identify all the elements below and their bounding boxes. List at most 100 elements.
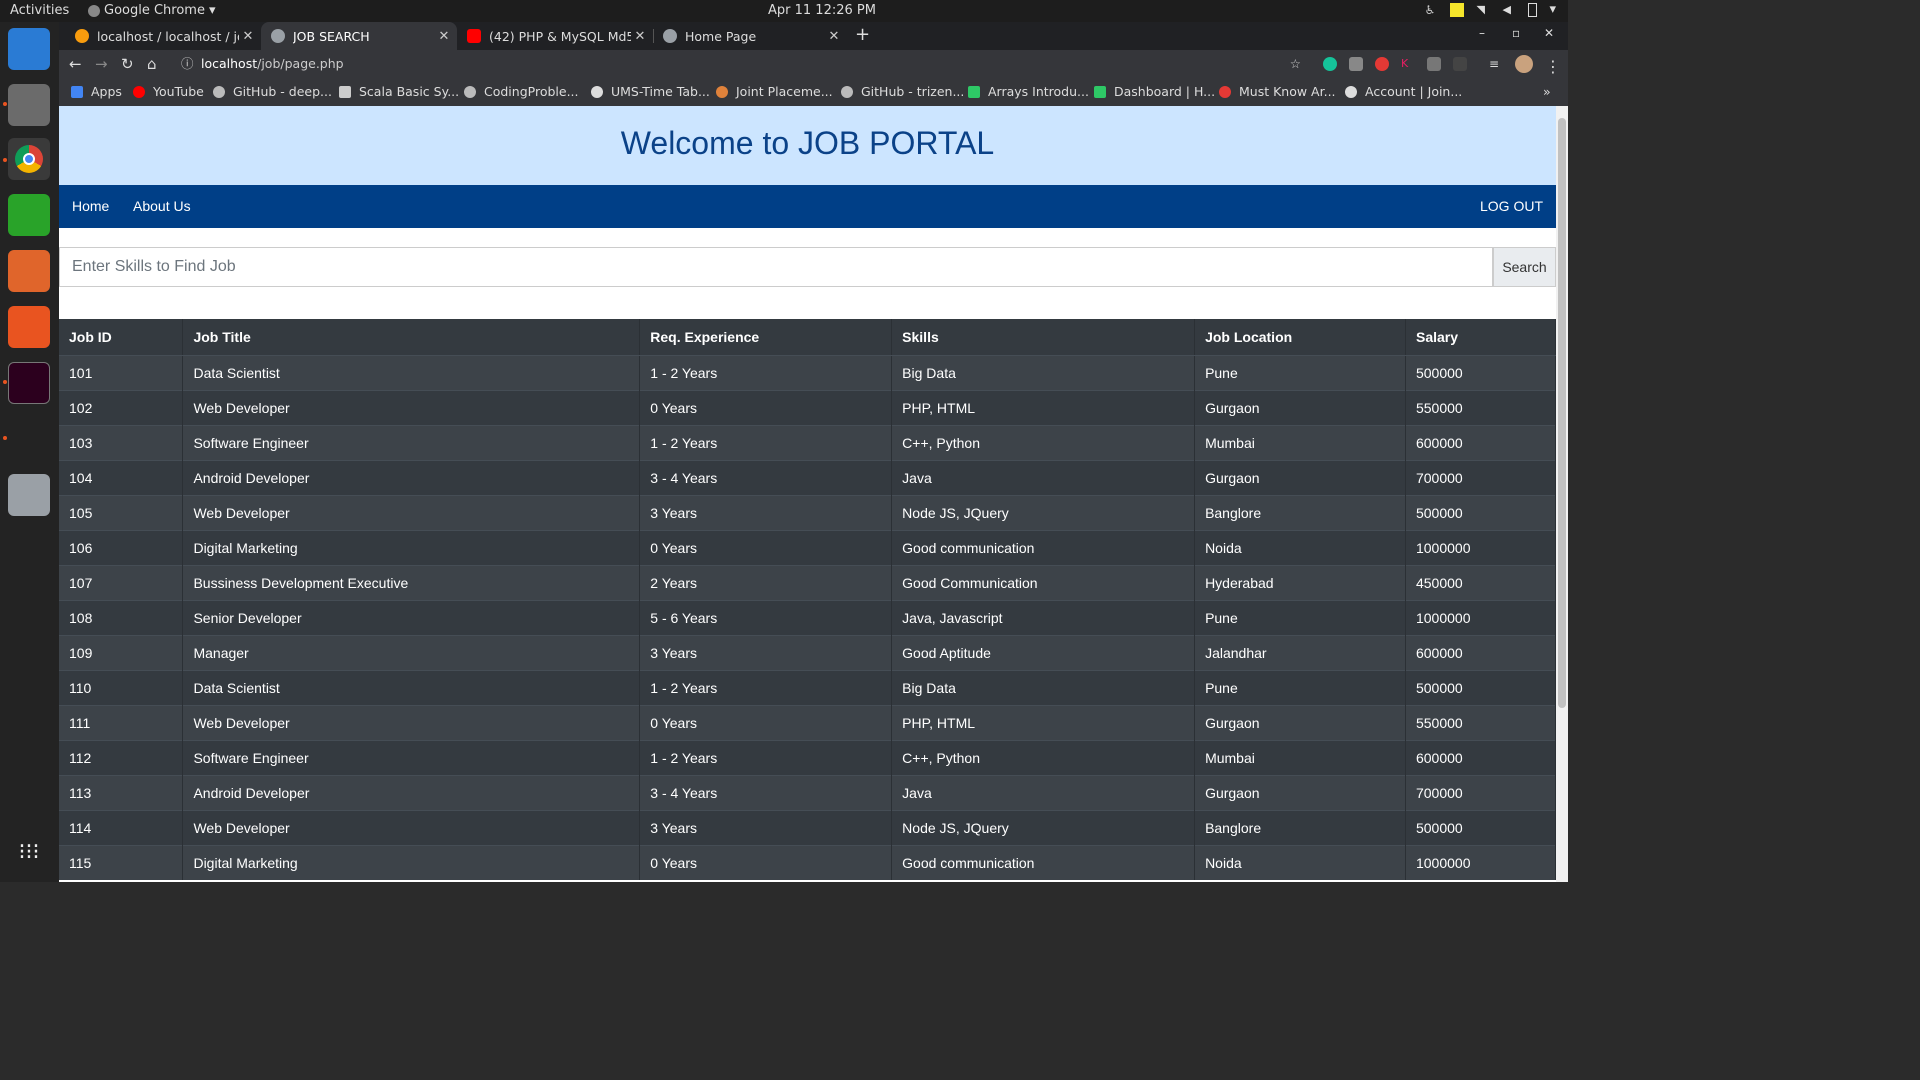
logout-link[interactable]: LOG OUT — [1480, 198, 1543, 214]
terminal-icon[interactable] — [8, 362, 50, 404]
table-row: 111 Web Developer 0 Years PHP, HTML Gurgaon 5… — [59, 704, 1556, 740]
wifi-icon[interactable]: ◥ — [1476, 3, 1490, 17]
cell-experience: 3 - 4 Years — [639, 774, 893, 810]
cell-location: Pune — [1194, 354, 1406, 390]
bookmark-scala[interactable]: Scala Basic Sy... — [339, 84, 459, 99]
bookmark-apps[interactable]: Apps — [71, 84, 122, 99]
ubuntu-dock: ⁝⁝⁝ — [0, 22, 59, 882]
bookmark-must-know[interactable]: Must Know Ar... — [1219, 84, 1336, 99]
cell-salary: 1000000 — [1405, 844, 1556, 880]
cell-skills: Java — [891, 774, 1196, 810]
close-icon[interactable]: ✕ — [825, 29, 843, 44]
notes-icon[interactable] — [1450, 2, 1465, 17]
close-icon[interactable]: ✕ — [239, 29, 257, 44]
tab-phpmyadmin[interactable]: localhost / localhost / job ✕ — [65, 22, 261, 50]
battery-icon[interactable] — [1528, 2, 1538, 17]
nav-home-link[interactable]: Home — [72, 198, 109, 214]
page-scrollbar[interactable] — [1556, 106, 1568, 882]
server-icon[interactable] — [8, 474, 50, 516]
bookmark-github-trizen[interactable]: GitHub - trizen... — [841, 84, 964, 99]
phpmyadmin-icon — [75, 29, 89, 43]
info-icon[interactable]: ⓘ — [181, 52, 194, 76]
impress-icon[interactable] — [8, 250, 50, 292]
activities-button[interactable]: Activities — [10, 3, 69, 18]
cell-location: Pune — [1194, 669, 1406, 705]
bookmark-account[interactable]: Account | Join... — [1345, 84, 1462, 99]
bookmark-github-deep[interactable]: GitHub - deep... — [213, 84, 332, 99]
files-icon[interactable] — [8, 84, 50, 126]
cell-location: Gurgaon — [1194, 704, 1406, 740]
cell-skills: Good communication — [891, 529, 1196, 565]
cell-location: Gurgaon — [1194, 774, 1406, 810]
grammarly-icon[interactable] — [1323, 57, 1337, 71]
cell-experience: 1 - 2 Years — [639, 354, 893, 390]
maximize-button[interactable]: ▫ — [1512, 26, 1520, 40]
chrome-icon[interactable] — [8, 138, 50, 180]
cell-location: Hyderabad — [1194, 564, 1406, 600]
cell-salary: 500000 — [1405, 669, 1556, 705]
forward-icon[interactable]: → — [95, 55, 108, 73]
system-tray[interactable]: ♿ ◥ ◀ ▾ — [1424, 2, 1556, 17]
scrollbar-thumb[interactable] — [1558, 118, 1566, 708]
tab-job-search[interactable]: JOB SEARCH ✕ — [261, 22, 457, 50]
cell-skills: Big Data — [891, 669, 1196, 705]
app-menu[interactable]: Google Chrome ▾ — [88, 3, 216, 18]
star-icon[interactable]: ☆ — [1290, 52, 1301, 76]
media-control-icon[interactable]: ≡ — [1489, 57, 1503, 71]
cell-job-id: 106 — [59, 529, 184, 565]
bookmark-joint-placement[interactable]: Joint Placeme... — [716, 84, 833, 99]
software-center-icon[interactable] — [8, 306, 50, 348]
s-extension-icon[interactable] — [1427, 57, 1441, 71]
cell-salary: 600000 — [1405, 739, 1556, 775]
new-tab-button[interactable]: + — [855, 24, 870, 45]
tab-youtube[interactable]: (42) PHP & MySQL Md5 En ✕ — [457, 22, 653, 50]
cell-experience: 2 Years — [639, 564, 893, 600]
address-bar[interactable]: ⓘ localhost/job/page.php ☆ — [175, 52, 1305, 76]
extension-icon[interactable] — [1349, 57, 1363, 71]
cell-skills: PHP, HTML — [891, 704, 1196, 740]
cell-job-id: 105 — [59, 494, 184, 530]
home-icon[interactable]: ⌂ — [147, 55, 157, 73]
more-bookmarks-button[interactable]: » — [1543, 84, 1551, 99]
avatar[interactable] — [1515, 55, 1533, 73]
calc-icon[interactable] — [8, 194, 50, 236]
search-button[interactable]: Search — [1493, 247, 1556, 287]
nav-about-link[interactable]: About Us — [133, 198, 191, 214]
bookmark-codingproblems[interactable]: CodingProble... — [464, 84, 579, 99]
cell-skills: PHP, HTML — [891, 389, 1196, 425]
back-icon[interactable]: ← — [69, 55, 82, 73]
cell-job-title: Manager — [182, 634, 641, 670]
close-icon[interactable]: ✕ — [631, 29, 649, 44]
close-icon[interactable]: ✕ — [435, 29, 453, 44]
bookmark-youtube[interactable]: YouTube — [133, 84, 204, 99]
bookmark-ums[interactable]: UMS-Time Tab... — [591, 84, 710, 99]
bookmark-arrays[interactable]: Arrays Introdu... — [968, 84, 1089, 99]
cell-job-id: 101 — [59, 354, 184, 390]
skills-search-input[interactable] — [59, 247, 1493, 287]
close-window-button[interactable]: ✕ — [1544, 26, 1554, 40]
cell-job-id: 108 — [59, 599, 184, 635]
leaf-extension-icon[interactable] — [1453, 57, 1467, 71]
tab-home-page[interactable]: Home Page ✕ — [653, 22, 847, 50]
clock[interactable]: Apr 11 12:26 PM — [768, 3, 876, 18]
cell-job-id: 110 — [59, 669, 184, 705]
hackerrank-icon — [1094, 85, 1106, 98]
chevron-down-icon[interactable]: ▾ — [1549, 2, 1556, 17]
cell-experience: 0 Years — [639, 844, 893, 880]
cell-skills: Node JS, JQuery — [891, 494, 1196, 530]
show-apps-icon[interactable]: ⁝⁝⁝ — [8, 832, 50, 874]
running-indicator — [3, 380, 7, 384]
minimize-button[interactable]: – — [1479, 26, 1485, 40]
youtube-icon — [133, 85, 145, 98]
cell-job-id: 112 — [59, 739, 184, 775]
adblock-icon[interactable] — [1375, 57, 1389, 71]
writer-icon[interactable] — [8, 28, 50, 70]
accessibility-icon[interactable]: ♿ — [1424, 3, 1438, 17]
reload-icon[interactable]: ↻ — [121, 55, 134, 73]
bookmark-dashboard[interactable]: Dashboard | H... — [1094, 84, 1215, 99]
k-extension-icon[interactable]: K — [1401, 57, 1415, 71]
kebab-menu-icon[interactable]: ⋮ — [1545, 57, 1561, 76]
globe-icon — [663, 29, 677, 43]
cell-salary: 1000000 — [1405, 599, 1556, 635]
volume-icon[interactable]: ◀ — [1502, 3, 1516, 17]
